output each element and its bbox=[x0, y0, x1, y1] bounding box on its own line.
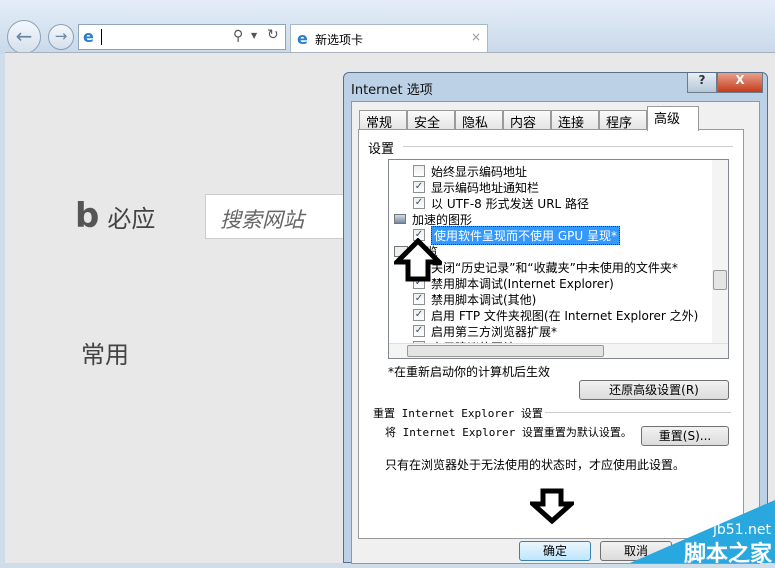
help-button[interactable]: ? bbox=[687, 73, 717, 93]
ie-icon: e bbox=[83, 27, 94, 46]
search-placeholder: 搜索网站 bbox=[220, 208, 304, 232]
arrow-down-icon bbox=[530, 488, 574, 524]
refresh-icon[interactable]: ↻ bbox=[267, 27, 279, 43]
close-button[interactable]: X bbox=[717, 73, 763, 93]
item-label: 以 UTF-8 形式发送 URL 路径 bbox=[431, 196, 590, 211]
checkbox[interactable]: ✓ bbox=[413, 181, 425, 193]
list-item[interactable]: ✓ 启用第三方浏览器扩展* bbox=[413, 323, 557, 339]
restart-note: *在重新启动你的计算机后生效 bbox=[388, 365, 551, 379]
dialog-title: Internet 选项 bbox=[351, 83, 433, 98]
list-item[interactable]: ✓ 显示编码地址通知栏 bbox=[413, 179, 539, 195]
bing-icon: b bbox=[75, 196, 100, 236]
scroll-thumb[interactable] bbox=[713, 270, 727, 290]
ok-button[interactable]: 确定 bbox=[519, 541, 591, 561]
vertical-scrollbar[interactable] bbox=[712, 160, 728, 345]
item-label: 关闭“历史记录”和“收藏夹”中未使用的文件夹* bbox=[431, 260, 678, 275]
address-bar[interactable]: e ⚲ ▼ ↻ bbox=[78, 24, 286, 50]
tab-security[interactable]: 安全 bbox=[407, 110, 455, 131]
reset-description: 将 Internet Explorer 设置重置为默认设置。 bbox=[385, 426, 632, 439]
checkbox[interactable]: ✓ bbox=[413, 309, 425, 321]
browser-toolbar: ← → e ⚲ ▼ ↻ e 新选项卡 × bbox=[0, 0, 775, 54]
item-label: 使用软件呈现而不使用 GPU 呈现* bbox=[431, 225, 620, 245]
tab-advanced[interactable]: 高级 bbox=[647, 106, 699, 131]
ie-icon: e bbox=[297, 29, 308, 48]
checkbox[interactable]: ✓ bbox=[413, 325, 425, 337]
close-tab-icon[interactable]: × bbox=[471, 30, 481, 44]
tab-title: 新选项卡 bbox=[315, 33, 364, 47]
tab-general[interactable]: 常规 bbox=[359, 110, 407, 131]
horizontal-scrollbar[interactable] bbox=[389, 343, 728, 358]
graphics-icon bbox=[394, 214, 406, 224]
bing-logo: b 必应 bbox=[75, 196, 155, 236]
frequent-heading: 常用 bbox=[81, 341, 129, 369]
reset-button[interactable]: 重置(S)... bbox=[641, 426, 729, 446]
list-item[interactable]: ✓ 启用 FTP 文件夹视图(在 Internet Explorer 之外) bbox=[413, 307, 698, 323]
advanced-panel: 设置 始终显示编码地址 ✓ 显示编码地址通知栏 ✓ 以 UTF-8 形式发送 URL… bbox=[358, 129, 744, 539]
address-input[interactable] bbox=[101, 29, 102, 45]
tab-connections[interactable]: 连接 bbox=[551, 110, 599, 131]
list-item[interactable]: ✓ 禁用脚本调试(Internet Explorer) bbox=[413, 275, 614, 291]
list-item[interactable]: ✓ 禁用脚本调试(其他) bbox=[413, 291, 536, 307]
item-label: 禁用脚本调试(Internet Explorer) bbox=[431, 276, 614, 291]
divider bbox=[545, 412, 731, 413]
tab-privacy[interactable]: 隐私 bbox=[455, 110, 503, 131]
browser-tab[interactable]: e 新选项卡 × bbox=[290, 24, 488, 52]
back-button[interactable]: ← bbox=[7, 20, 41, 54]
list-item[interactable]: ✓ 以 UTF-8 形式发送 URL 路径 bbox=[413, 195, 589, 211]
item-label: 禁用脚本调试(其他) bbox=[431, 292, 537, 307]
reset-note: 只有在浏览器处于无法使用的状态时，才应使用此设置。 bbox=[385, 458, 686, 472]
search-box[interactable]: 搜索网站 bbox=[205, 194, 347, 239]
item-label: 显示编码地址通知栏 bbox=[431, 180, 540, 195]
forward-button[interactable]: → bbox=[48, 24, 74, 50]
item-label: 始终显示编码地址 bbox=[431, 164, 528, 179]
checkbox[interactable]: ✓ bbox=[413, 197, 425, 209]
arrow-up-icon bbox=[394, 238, 442, 282]
tab-content[interactable]: 内容 bbox=[503, 110, 551, 131]
checkbox[interactable]: ✓ bbox=[413, 293, 425, 305]
divider bbox=[403, 146, 733, 147]
checkbox[interactable] bbox=[413, 165, 425, 177]
dropdown-icon[interactable]: ▼ bbox=[251, 31, 257, 40]
restore-advanced-button[interactable]: 还原高级设置(R) bbox=[579, 380, 729, 400]
settings-label: 设置 bbox=[368, 142, 395, 157]
list-item[interactable]: ✓关闭“历史记录”和“收藏夹”中未使用的文件夹* bbox=[413, 259, 678, 275]
item-label: 启用 FTP 文件夹视图(在 Internet Explorer 之外) bbox=[431, 308, 699, 323]
scroll-thumb[interactable] bbox=[407, 345, 604, 357]
item-label: 启用第三方浏览器扩展* bbox=[431, 324, 558, 339]
list-item[interactable]: ✓ 使用软件呈现而不使用 GPU 呈现* bbox=[413, 225, 620, 245]
list-item[interactable]: 始终显示编码地址 bbox=[413, 163, 527, 179]
brand-name: 必应 bbox=[107, 204, 156, 233]
search-icon[interactable]: ⚲ bbox=[233, 28, 243, 44]
tab-programs[interactable]: 程序 bbox=[599, 110, 647, 131]
reset-section-header: 重置 Internet Explorer 设置 bbox=[373, 407, 543, 420]
